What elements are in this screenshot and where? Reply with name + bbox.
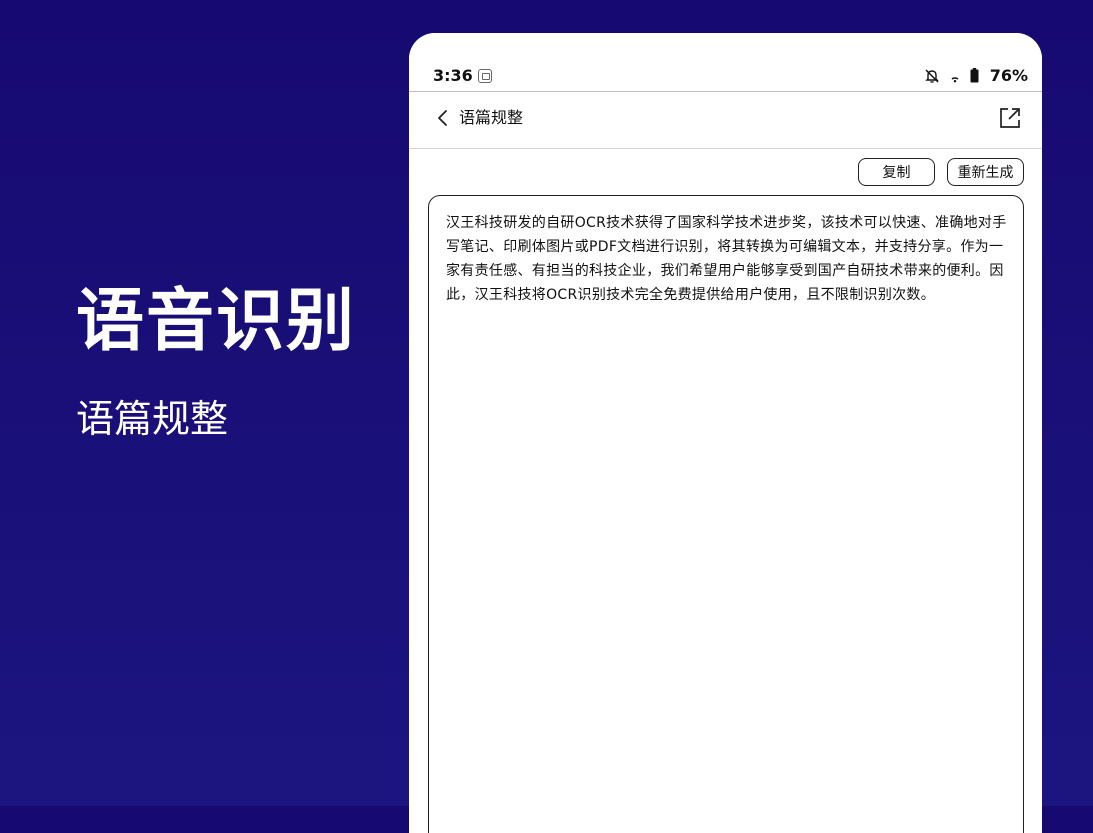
app-bar: 语篇规整 <box>409 92 1042 149</box>
battery-level: 76% <box>989 66 1028 85</box>
promo-subtitle: 语篇规整 <box>76 397 229 441</box>
wifi-icon <box>951 77 959 83</box>
device-screen: 3:36 76% 语篇规整 复制 重新生成 汉王科技研发的自研OCR技术获得了国… <box>409 33 1042 833</box>
app-notification-icon <box>478 69 492 83</box>
share-external-icon[interactable] <box>998 106 1022 130</box>
promo-title: 语音识别 <box>76 282 357 361</box>
regenerate-button[interactable]: 重新生成 <box>947 158 1024 186</box>
screen-title: 语篇规整 <box>459 108 524 127</box>
battery-icon <box>970 68 979 83</box>
bell-off-icon <box>925 69 939 83</box>
chevron-left-icon[interactable] <box>433 106 453 130</box>
status-time: 3:36 <box>433 66 473 85</box>
copy-button[interactable]: 复制 <box>858 158 935 186</box>
action-row: 复制 重新生成 <box>409 149 1042 195</box>
status-bar: 3:36 76% <box>409 33 1042 92</box>
normalized-text: 汉王科技研发的自研OCR技术获得了国家科学技术进步奖，该技术可以快速、准确地对手… <box>446 215 1007 303</box>
text-content-area[interactable]: 汉王科技研发的自研OCR技术获得了国家科学技术进步奖，该技术可以快速、准确地对手… <box>428 195 1024 833</box>
